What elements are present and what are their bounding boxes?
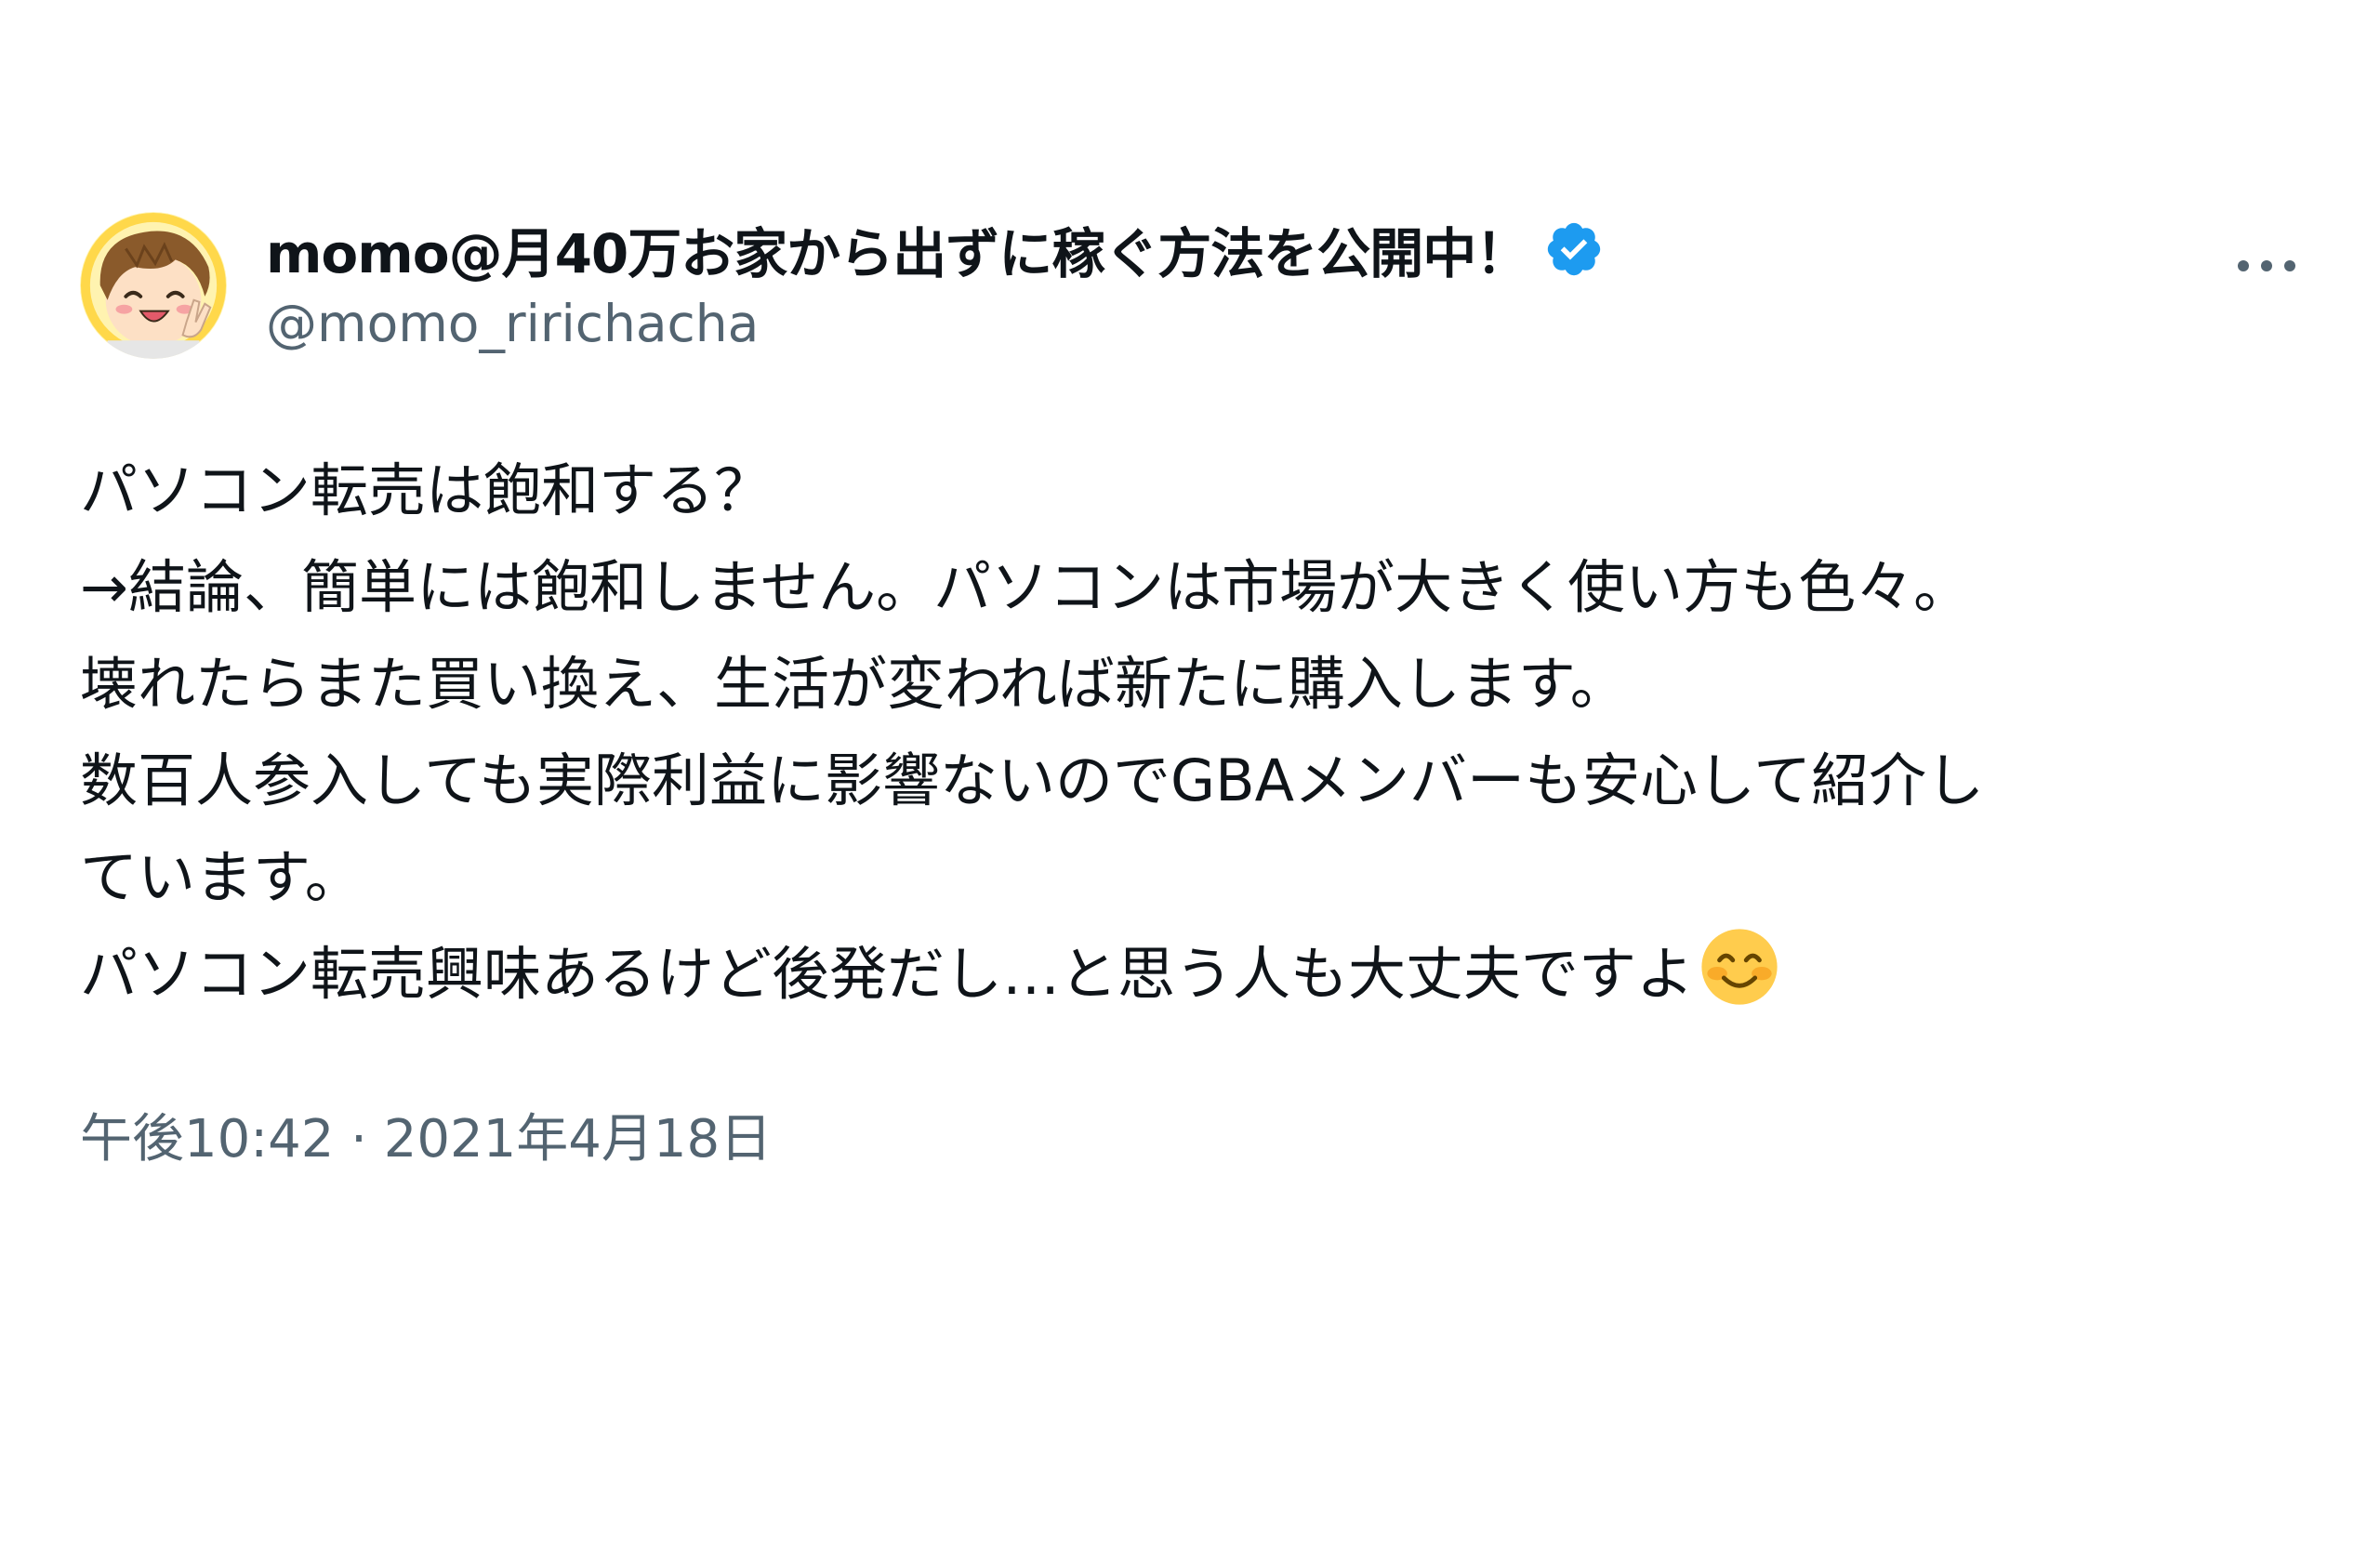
tweet-text: パソコン転売は飽和する？ →結論、簡単には飽和しません。パソコンは市場が大きく使… [80, 443, 2304, 1023]
verified-badge-icon [1543, 218, 1605, 280]
tweet-text-line: →結論、簡単には飽和しません。パソコンは市場が大きく使い方も色々。 [80, 553, 1972, 621]
tweet-text-line: 数百人参入しても実際利益に影響ないのでGBAメンバーも安心して紹介し [80, 747, 1985, 814]
avatar-illustration [80, 212, 227, 359]
user-handle[interactable]: @momo_ririchacha [266, 288, 1605, 359]
tweet-card: momo@月40万お家から出ずに稼ぐ方法を公開中！ @momo_ririchac… [80, 210, 2304, 1172]
timestamp-link[interactable]: 午後10:42 · 2021年4月18日 [80, 1109, 772, 1169]
tweet-timestamp[interactable]: 午後10:42 · 2021年4月18日 [80, 1097, 2304, 1172]
display-name-row: momo@月40万お家から出ずに稼ぐ方法を公開中！ [266, 210, 1605, 288]
tweet-header: momo@月40万お家から出ずに稼ぐ方法を公開中！ @momo_ririchac… [80, 210, 2304, 368]
avatar[interactable] [80, 212, 227, 359]
user-names: momo@月40万お家から出ずに稼ぐ方法を公開中！ @momo_ririchac… [266, 210, 1605, 359]
tweet-text-line-content: パソコン転売興味あるけど後発だし…と思う人も大丈夫ですよ [80, 940, 1695, 1008]
more-options-icon[interactable] [2229, 238, 2304, 294]
tweet-text-line: 壊れたらまた買い換え、生活が変われば新たに購入します。 [80, 650, 1628, 718]
display-name[interactable]: momo@月40万お家から出ずに稼ぐ方法を公開中！ [266, 210, 1529, 288]
smiling-face-emoji-icon [1699, 927, 1779, 1007]
tweet-text-line: ています。 [80, 843, 363, 911]
tweet-text-line: パソコン転売は飽和する？ [80, 456, 773, 524]
tweet-text-line-last: パソコン転売興味あるけど後発だし…と思う人も大丈夫ですよ [80, 926, 2304, 1023]
